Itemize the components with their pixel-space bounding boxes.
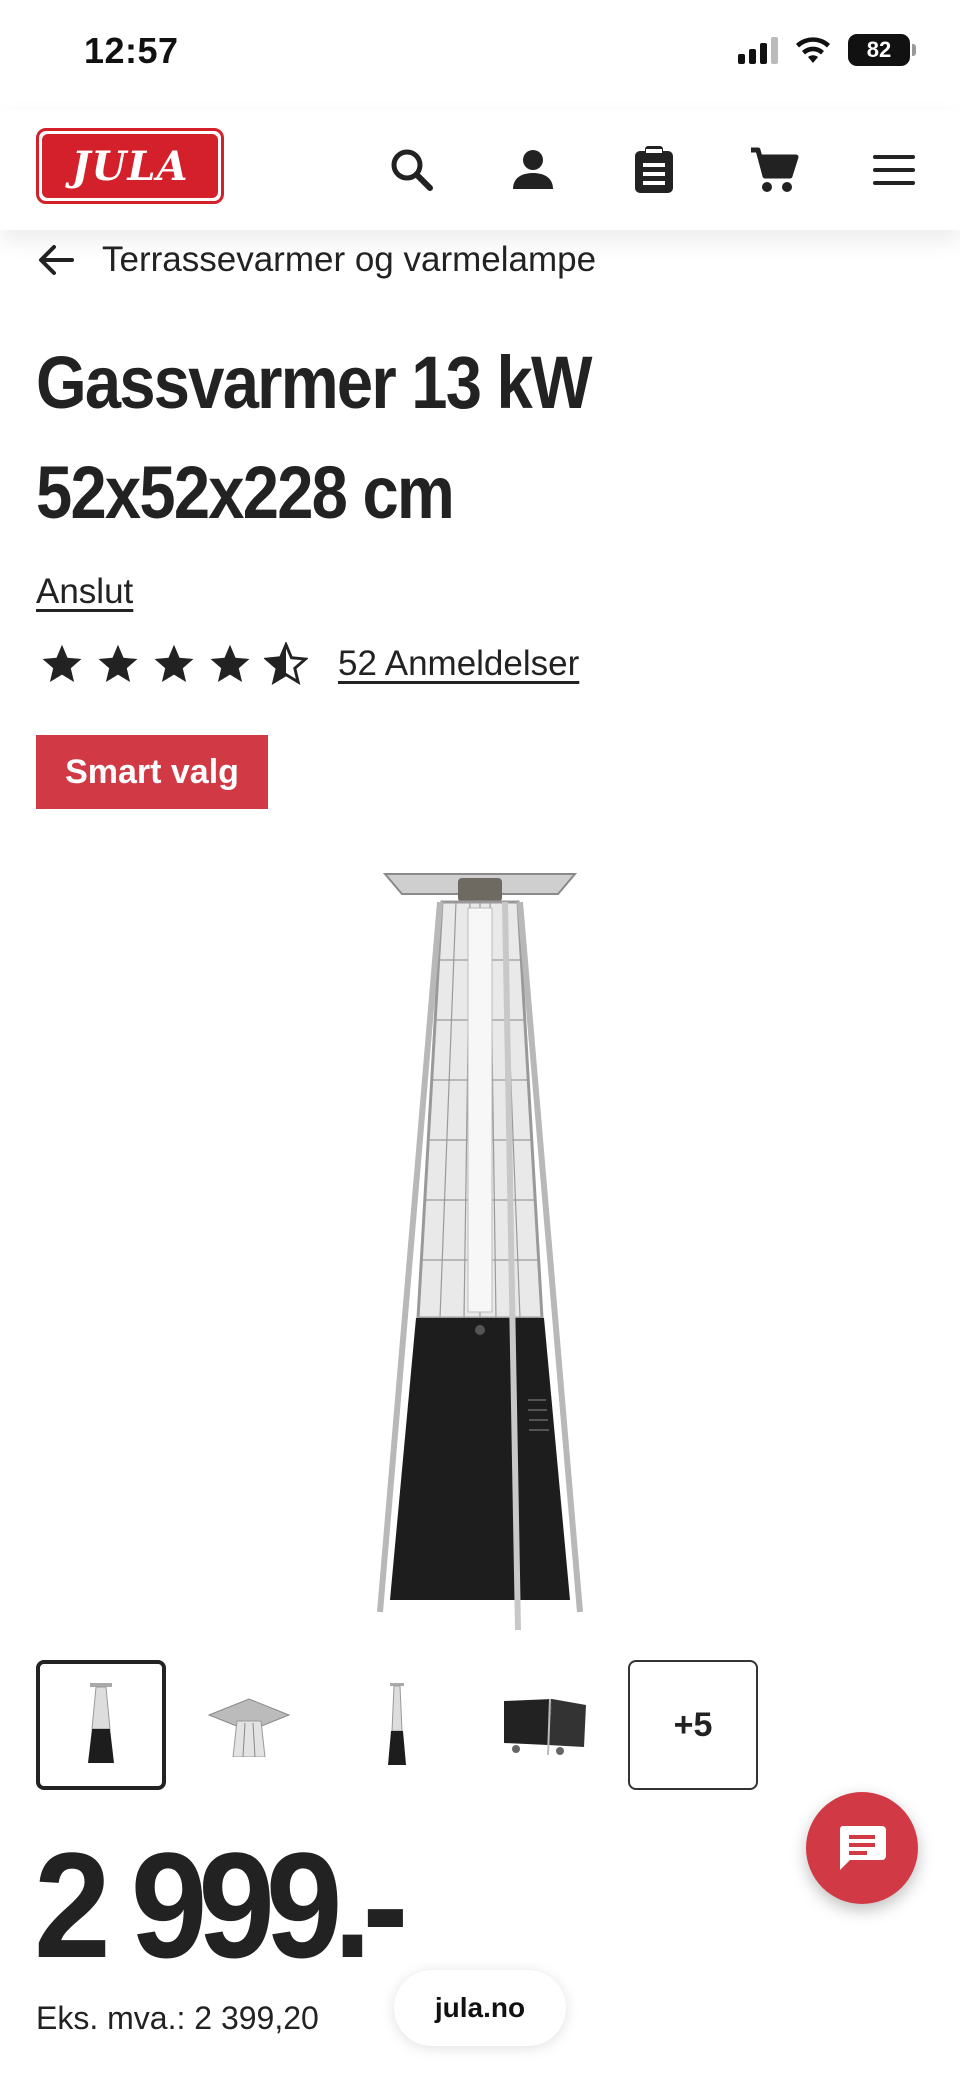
breadcrumb[interactable]: Terrassevarmer og varmelampe (36, 232, 596, 288)
wifi-icon (796, 37, 830, 63)
jula-logo[interactable]: JULA (36, 128, 224, 204)
breadcrumb-label[interactable]: Terrassevarmer og varmelampe (102, 240, 596, 280)
patio-heater-image[interactable] (360, 860, 600, 1630)
smart-choice-badge: Smart valg (36, 735, 268, 809)
thumbnail-1[interactable] (36, 1660, 166, 1790)
thumbnail-4[interactable] (480, 1660, 610, 1790)
star-icon (98, 644, 138, 682)
logo-text: JULA (71, 142, 189, 190)
shopping-list-icon[interactable] (624, 140, 684, 200)
product-title-line2: 52x52x228 cm (36, 451, 455, 534)
signal-icon (738, 36, 778, 64)
half-star-icon (264, 642, 308, 686)
chat-button[interactable] (806, 1792, 918, 1904)
price-excl-vat: Eks. mva.: 2 399,20 (36, 2000, 319, 2036)
back-arrow-icon[interactable] (36, 242, 76, 278)
rating-stars (40, 642, 308, 686)
site-header: JULA (0, 110, 960, 230)
chat-icon (839, 1826, 886, 1870)
star-icon (42, 644, 82, 682)
brand-link[interactable]: Anslut (36, 572, 133, 612)
product-title: Gassvarmer 13 kW 52x52x228 cm (36, 328, 810, 548)
star-icon (154, 644, 194, 682)
thumbnail-3[interactable] (332, 1660, 462, 1790)
star-icon (210, 644, 250, 682)
thumbnail-strip: +5 (36, 1660, 758, 1790)
more-images-button[interactable]: +5 (628, 1660, 758, 1790)
cart-icon[interactable] (744, 140, 804, 200)
search-icon[interactable] (382, 140, 442, 200)
rating-row[interactable]: 52 Anmeldelser (40, 642, 579, 686)
status-indicators: 82 (738, 34, 916, 66)
menu-icon[interactable] (864, 140, 924, 200)
product-price: 2 999.- (34, 1821, 408, 1989)
status-time: 12:57 (84, 30, 179, 71)
product-title-line1: Gassvarmer 13 kW (36, 341, 592, 424)
thumbnail-2[interactable] (184, 1660, 314, 1790)
browser-url-pill[interactable]: jula.no (394, 1970, 566, 2046)
battery-indicator: 82 (848, 34, 916, 66)
account-icon[interactable] (503, 140, 563, 200)
reviews-link[interactable]: 52 Anmeldelser (338, 644, 579, 684)
status-bar: 12:57 82 (0, 0, 960, 110)
